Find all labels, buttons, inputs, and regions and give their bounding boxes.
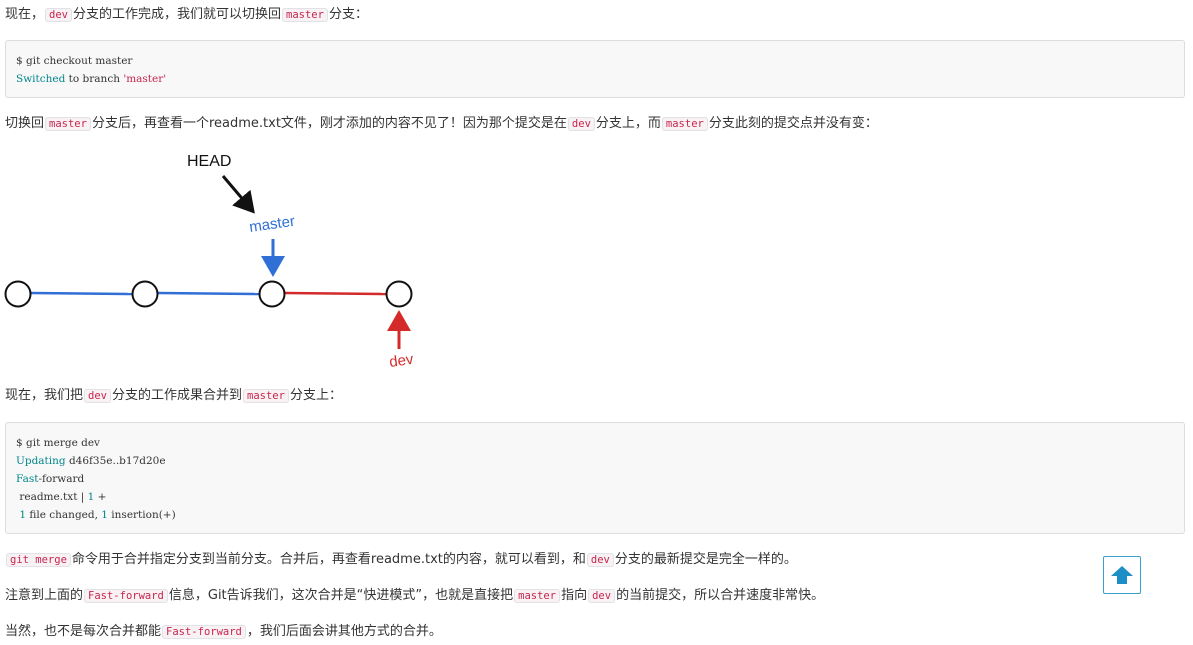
inline-code-fast-forward: Fast-forward bbox=[162, 625, 246, 639]
dev-branch-line bbox=[284, 291, 387, 296]
inline-code-dev: dev bbox=[45, 8, 72, 22]
arrow-up-icon bbox=[1111, 566, 1133, 584]
inline-code-fast-forward: Fast-forward bbox=[84, 589, 168, 603]
code-line: $ git merge dev bbox=[16, 437, 100, 449]
commit-node bbox=[4, 280, 32, 308]
code-line: 1 file changed, 1 insertion(+) bbox=[19, 509, 176, 521]
inline-code-master: master bbox=[282, 8, 328, 22]
text: 分支上： bbox=[289, 388, 342, 403]
paragraph-merge-intro: 现在，我们把 dev 分支的工作成果合并到 master 分支上： bbox=[5, 386, 342, 406]
inline-code-git-merge: git merge bbox=[6, 553, 71, 567]
code-block-merge: $ git merge dev Updating d46f35e..b17d20… bbox=[5, 422, 1185, 534]
commit-node bbox=[131, 280, 159, 308]
inline-code-dev: dev bbox=[84, 389, 111, 403]
text: 分支上，而 bbox=[595, 116, 661, 131]
paragraph-switch-back: 现在， dev 分支的工作完成，我们就可以切换回 master 分支： bbox=[5, 5, 368, 25]
inline-code-master: master bbox=[45, 117, 91, 131]
inline-code-master: master bbox=[661, 117, 708, 131]
inline-code-dev: dev bbox=[588, 589, 616, 603]
inline-code-master: master bbox=[514, 589, 561, 603]
commit-node bbox=[385, 280, 413, 308]
head-arrow bbox=[221, 175, 255, 214]
text: 分支此刻的提交点并没有变： bbox=[708, 116, 878, 131]
text: 切换回 bbox=[5, 116, 45, 131]
text: 现在， bbox=[5, 7, 45, 22]
code-block-checkout: $ git checkout master Switched to branch… bbox=[5, 40, 1185, 98]
paragraph-fast-forward: 注意到上面的 Fast-forward 信息，Git告诉我们，这次合并是“快进模式”… bbox=[5, 586, 824, 606]
text: 信息，Git告诉我们，这次合并是“快进模式”，也就是直接把 bbox=[168, 588, 514, 603]
branch-diagram: HEAD master dev bbox=[4, 153, 415, 371]
text: 分支的工作完成，我们就可以切换回 bbox=[72, 7, 281, 22]
master-branch-line bbox=[30, 291, 134, 296]
paragraph-other-merges: 当然，也不是每次合并都能 Fast-forward ，我们后面会讲其他方式的合并。 bbox=[5, 622, 442, 642]
inline-code-dev: dev bbox=[586, 553, 614, 567]
text: 分支的最新提交是完全一样的。 bbox=[614, 552, 797, 567]
text: 命令用于合并指定分支到当前分支。合并后，再查看readme.txt的内容，就可以… bbox=[71, 552, 586, 567]
master-branch-line bbox=[157, 291, 261, 296]
inline-code-master: master bbox=[243, 389, 289, 403]
paragraph-after-switch: 切换回 master 分支后，再查看一个readme.txt文件，刚才添加的内容不见… bbox=[5, 114, 878, 134]
text: 的当前提交，所以合并速度非常快。 bbox=[616, 588, 825, 603]
code-line: Switched to branch 'master' bbox=[16, 73, 167, 85]
master-label: master bbox=[248, 213, 296, 236]
dev-label: dev bbox=[388, 351, 415, 371]
code-line: Fast-forward bbox=[16, 473, 85, 485]
code-line: readme.txt | 1 + bbox=[16, 491, 107, 503]
text: 注意到上面的 bbox=[5, 588, 84, 603]
head-label: HEAD bbox=[187, 153, 231, 170]
text: 分支的工作成果合并到 bbox=[111, 388, 242, 403]
text: 指向 bbox=[561, 588, 588, 603]
code-line: $ git checkout master bbox=[16, 55, 133, 67]
commit-node bbox=[258, 280, 286, 308]
text: 当然，也不是每次合并都能 bbox=[5, 624, 162, 639]
back-to-top-button[interactable] bbox=[1103, 556, 1141, 594]
paragraph-merge-explain: git merge 命令用于合并指定分支到当前分支。合并后，再查看readme.t… bbox=[5, 550, 797, 570]
code-line: Updating d46f35e..b17d20e bbox=[16, 455, 166, 467]
text: 现在，我们把 bbox=[5, 388, 84, 403]
text: 分支： bbox=[328, 7, 368, 22]
inline-code-dev: dev bbox=[567, 117, 595, 131]
text: 分支后，再查看一个readme.txt文件，刚才添加的内容不见了！因为那个提交是… bbox=[91, 116, 567, 131]
text: ，我们后面会讲其他方式的合并。 bbox=[246, 624, 442, 639]
